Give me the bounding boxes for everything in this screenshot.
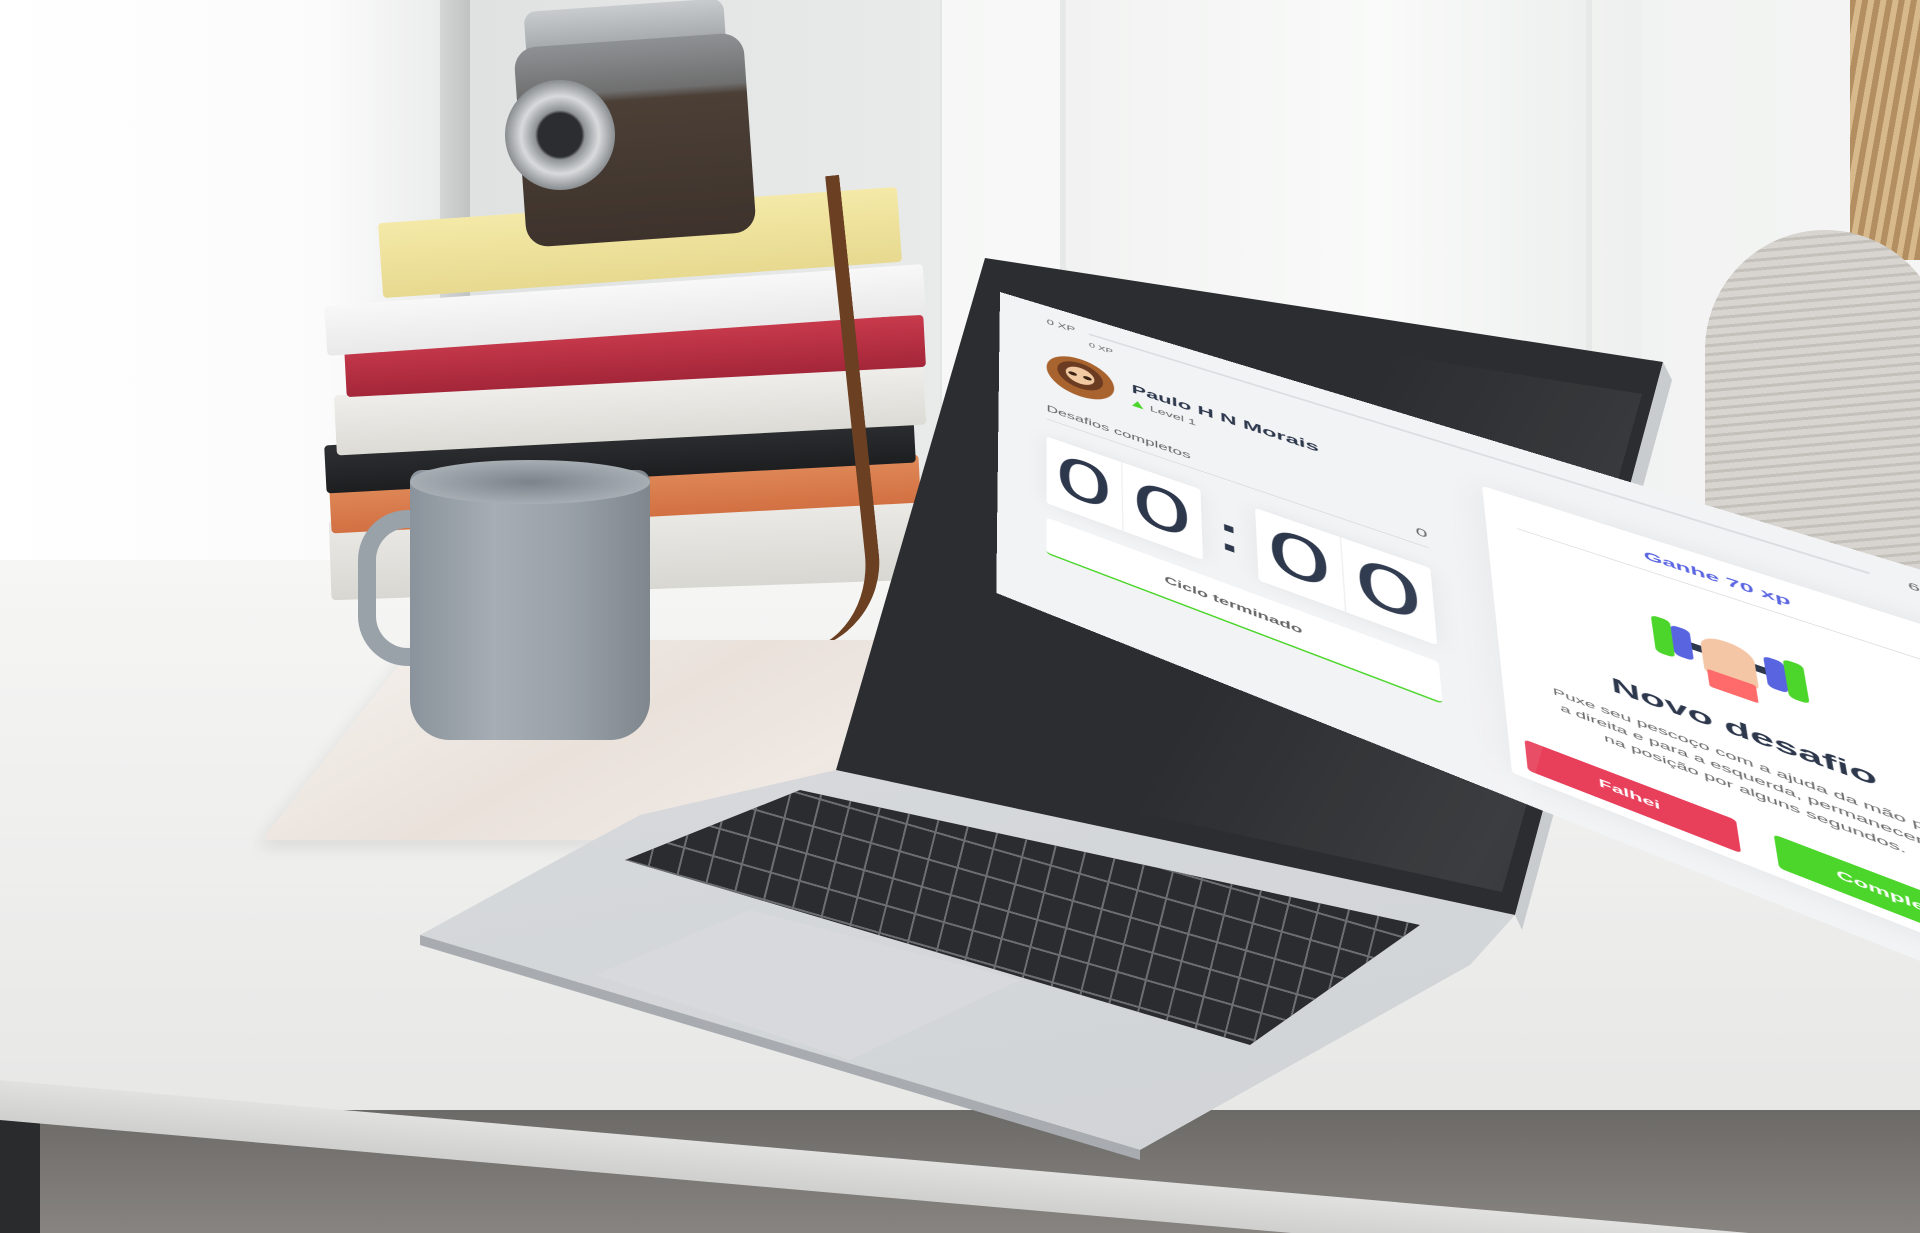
second-digit: 0 <box>1339 536 1438 646</box>
mug <box>410 470 650 740</box>
avatar-eye <box>1083 375 1092 382</box>
dumbbell-plate <box>1782 658 1810 705</box>
minute-digit: 0 <box>1053 441 1115 525</box>
avatar-eye <box>1068 370 1077 377</box>
minute-digit: 0 <box>1121 461 1204 561</box>
completed-challenges-value: 0 <box>1414 524 1428 541</box>
xp-max-label: 64 XP <box>1906 579 1920 609</box>
xp-current-label: 0 XP <box>1088 341 1114 356</box>
level-up-icon <box>1131 399 1144 410</box>
second-digit: 0 <box>1263 513 1336 606</box>
xp-min-label: 0 XP <box>1046 317 1076 335</box>
mug-rim <box>410 460 650 504</box>
dried-reeds <box>1850 0 1920 260</box>
camera-lens <box>505 80 615 190</box>
countdown-separator: : <box>1212 500 1246 569</box>
avatar <box>1046 348 1115 408</box>
photo-scene: 0 XP 0 XP 64 XP Paulo H N Morais <box>0 0 1920 1233</box>
